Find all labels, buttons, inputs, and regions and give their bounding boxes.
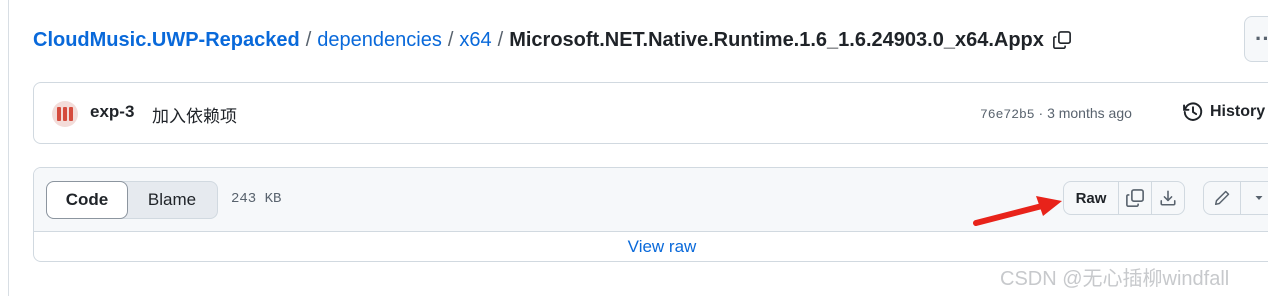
breadcrumb-separator: / bbox=[497, 28, 504, 51]
more-edit-options-button[interactable] bbox=[1240, 182, 1268, 214]
more-options-button[interactable]: ·· bbox=[1244, 16, 1268, 62]
commit-time: 3 months ago bbox=[1047, 105, 1132, 121]
copy-icon bbox=[1126, 189, 1144, 207]
tab-blame[interactable]: Blame bbox=[127, 182, 217, 218]
history-label: History bbox=[1210, 103, 1266, 120]
breadcrumb: CloudMusic.UWP-Repacked / dependencies /… bbox=[33, 24, 1072, 56]
file-size: 243 KB bbox=[231, 191, 282, 207]
kebab-icon: ·· bbox=[1255, 26, 1268, 51]
commit-sha-link[interactable]: 76e72b5 bbox=[980, 107, 1035, 122]
watermark: CSDN @无心插柳windfall bbox=[1000, 268, 1230, 290]
meta-separator: · bbox=[1034, 105, 1048, 121]
download-button[interactable] bbox=[1151, 182, 1184, 214]
file-viewer: Code Blame 243 KB Raw View raw bbox=[33, 167, 1268, 262]
download-icon bbox=[1160, 190, 1176, 206]
raw-button[interactable]: Raw bbox=[1064, 182, 1118, 214]
breadcrumb-separator: / bbox=[305, 28, 312, 51]
triangle-down-icon bbox=[1255, 196, 1263, 200]
copy-raw-button[interactable] bbox=[1118, 182, 1151, 214]
file-header: Code Blame 243 KB Raw bbox=[34, 168, 1268, 232]
history-button[interactable]: History bbox=[1182, 101, 1265, 123]
copy-path-button[interactable] bbox=[1052, 30, 1072, 50]
copy-icon bbox=[1052, 31, 1071, 49]
file-name: Microsoft.NET.Native.Runtime.1.6_1.6.249… bbox=[509, 28, 1044, 51]
latest-commit-box: exp-3 加入依赖项 76e72b5 · 3 months ago Histo… bbox=[33, 82, 1268, 144]
left-border-line bbox=[8, 0, 9, 296]
raw-actions-group: Raw bbox=[1063, 181, 1185, 215]
edit-actions-group bbox=[1203, 181, 1268, 215]
commit-meta: 76e72b5 · 3 months ago bbox=[980, 105, 1132, 122]
file-body: View raw bbox=[34, 232, 1268, 261]
history-clock-icon bbox=[1183, 102, 1203, 121]
pencil-icon bbox=[1214, 190, 1230, 206]
tab-code[interactable]: Code bbox=[46, 181, 128, 219]
edit-file-button[interactable] bbox=[1204, 182, 1240, 214]
breadcrumb-dependencies-link[interactable]: dependencies bbox=[317, 29, 442, 52]
view-raw-link[interactable]: View raw bbox=[628, 237, 697, 257]
author-avatar[interactable] bbox=[52, 101, 78, 127]
commit-author-link[interactable]: exp-3 bbox=[90, 102, 134, 122]
breadcrumb-x64-link[interactable]: x64 bbox=[459, 29, 491, 52]
commit-message-link[interactable]: 加入依赖项 bbox=[152, 102, 237, 127]
breadcrumb-separator: / bbox=[447, 28, 454, 51]
view-mode-toggle: Code Blame bbox=[46, 181, 218, 219]
breadcrumb-repo-link[interactable]: CloudMusic.UWP-Repacked bbox=[33, 29, 300, 52]
